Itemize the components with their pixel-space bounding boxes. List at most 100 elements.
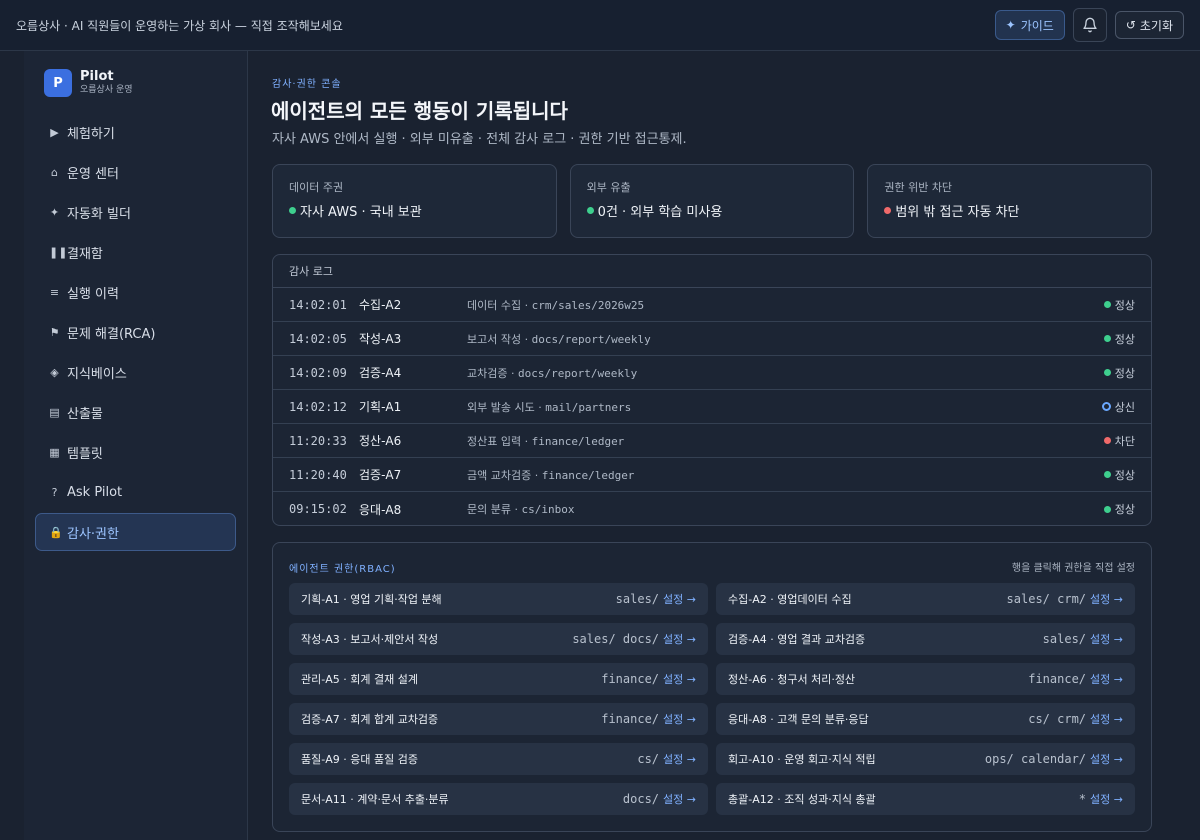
configure-link[interactable]: 설정 → xyxy=(663,671,696,687)
status-badge: 정상 xyxy=(1103,467,1135,483)
configure-link[interactable]: 설정 → xyxy=(663,751,696,767)
pending-ring-icon xyxy=(1101,402,1111,411)
rbac-title: 에이전트 권한(RBAC) xyxy=(289,564,396,575)
sidebar-nav: ▶ 체험하기 ⌂ 운영 센터 ✦ 자동화 빌더 ❚❚ 결재함 ≡ 실행 이력 ⚑ 문제 해결… xyxy=(35,113,236,553)
rbac-row[interactable]: 검증-A4 · 영업 결과 교차검증 sales/설정 → xyxy=(716,623,1135,655)
agent-role: 검증-A7 · 회계 합계 교차검증 xyxy=(301,713,439,726)
configure-link[interactable]: 설정 → xyxy=(663,631,696,647)
agent-role: 총괄-A12 · 조직 성과·지식 총괄 xyxy=(728,793,876,806)
log-path: crm/sales/2026w25 xyxy=(531,298,645,312)
sparkle-icon: ✦ xyxy=(1005,18,1016,32)
configure-link[interactable]: 설정 → xyxy=(1090,591,1123,607)
sidebar-item-outputs[interactable]: ▤ 산출물 xyxy=(35,393,236,431)
log-path: docs/report/weekly xyxy=(531,332,651,346)
rbac-row[interactable]: 관리-A5 · 회계 결재 설계 finance/설정 → xyxy=(289,663,708,695)
sidebar-item-label: 템플릿 xyxy=(67,446,103,462)
notifications-button[interactable] xyxy=(1072,8,1107,42)
refresh-icon: ↺ xyxy=(1125,18,1136,32)
rbac-grid: 기획-A1 · 영업 기획·작업 분해 sales/설정 → 수집-A2 · 영업데… xyxy=(289,583,1135,815)
status-dot-icon xyxy=(1103,437,1111,444)
table-row[interactable]: 14:02:01 수집-A2 데이터 수집 · crm/sales/2026w25 정… xyxy=(273,288,1151,322)
sidebar-item-ask-pilot[interactable]: ? Ask Pilot xyxy=(35,473,236,511)
rbac-row[interactable]: 총괄-A12 · 조직 성과·지식 총괄 * 설정 → xyxy=(716,783,1135,815)
table-row[interactable]: 14:02:12 기획-A1 외부 발송 시도 · mail/partners 상신 xyxy=(273,390,1151,424)
sidebar-item-ops-center[interactable]: ⌂ 운영 센터 xyxy=(35,153,236,191)
rbac-row[interactable]: 정산-A6 · 청구서 처리·정산 finance/설정 → xyxy=(716,663,1135,695)
log-agent: 기획-A1 xyxy=(359,400,402,414)
permission-scope: sales/ xyxy=(1042,632,1087,646)
lock-icon: 🔒 xyxy=(49,525,63,539)
log-agent: 정산-A6 xyxy=(359,434,402,448)
configure-link[interactable]: 설정 → xyxy=(663,591,696,607)
log-time: 14:02:05 xyxy=(289,331,347,346)
configure-link[interactable]: 설정 → xyxy=(1090,631,1123,647)
permission-scope: finance/ xyxy=(1028,672,1087,686)
sidebar-item-label: 실행 이력 xyxy=(67,286,119,302)
log-path: mail/partners xyxy=(545,400,632,414)
sidebar-item-audit-permissions[interactable]: 🔒 감사·권한 xyxy=(35,513,236,551)
home-icon: ⌂ xyxy=(51,165,58,179)
sidebar-item-run-history[interactable]: ≡ 실행 이력 xyxy=(35,273,236,311)
sidebar-item-label: 감사·권한 xyxy=(67,526,119,542)
configure-link[interactable]: 설정 → xyxy=(1090,751,1123,767)
status-label: 차단 xyxy=(1114,434,1135,448)
demo-banner: 오름상사 · AI 직원들이 운영하는 가상 회사 — 직접 조작해보세요 xyxy=(16,18,343,33)
sidebar-item-label: 결재함 xyxy=(67,246,103,262)
log-path: finance/ledger xyxy=(541,468,635,482)
reset-button[interactable]: ↺ 초기화 xyxy=(1114,11,1184,39)
log-path: cs/inbox xyxy=(521,503,575,516)
configure-link[interactable]: 설정 → xyxy=(663,791,696,807)
status-dot-icon xyxy=(1103,369,1111,376)
rbac-row[interactable]: 수집-A2 · 영업데이터 수집 sales/ crm/설정 → xyxy=(716,583,1135,615)
status-label: 정상 xyxy=(1114,298,1135,312)
table-row[interactable]: 14:02:09 검증-A4 교차검증 · docs/report/weekly 정상 xyxy=(273,356,1151,390)
configure-link[interactable]: 설정 → xyxy=(663,711,696,727)
agent-role: 기획-A1 · 영업 기획·작업 분해 xyxy=(301,593,442,606)
status-badge: 정상 xyxy=(1103,297,1135,313)
rbac-row[interactable]: 기획-A1 · 영업 기획·작업 분해 sales/설정 → xyxy=(289,583,708,615)
brand: P Pilot 오름상사 운영 xyxy=(44,69,133,97)
rbac-row[interactable]: 문서-A11 · 계약·문서 추출·분류 docs/설정 → xyxy=(289,783,708,815)
sidebar-item-try[interactable]: ▶ 체험하기 xyxy=(35,113,236,151)
log-action-text: 외부 발송 시도 · xyxy=(467,400,546,414)
main-content: 감사·권한 콘솔 에이전트의 모든 행동이 기록됩니다 자사 AWS 안에서 실… xyxy=(248,51,1200,840)
agent-role: 수집-A2 · 영업데이터 수집 xyxy=(728,593,852,606)
status-badge: 차단 xyxy=(1103,433,1135,449)
log-agent: 응대-A8 xyxy=(359,502,402,517)
topbar-actions: ✦ 가이드 ↺ 초기화 xyxy=(994,8,1184,42)
sidebar-item-approvals[interactable]: ❚❚ 결재함 xyxy=(35,233,236,271)
table-row[interactable]: 09:15:02 응대-A8 문의 분류 · cs/inbox 정상 xyxy=(273,492,1151,525)
sidebar-item-automation-builder[interactable]: ✦ 자동화 빌더 xyxy=(35,193,236,231)
rbac-row[interactable]: 작성-A3 · 보고서·제안서 작성 sales/ docs/설정 → xyxy=(289,623,708,655)
rbac-row[interactable]: 검증-A7 · 회계 합계 교차검증 finance/설정 → xyxy=(289,703,708,735)
guide-button[interactable]: ✦ 가이드 xyxy=(994,10,1065,40)
log-action-text: 정산표 입력 · xyxy=(467,434,532,448)
table-row[interactable]: 11:20:40 검증-A7 금액 교차검증 · finance/ledger 정상 xyxy=(273,458,1151,492)
sidebar: P Pilot 오름상사 운영 ▶ 체험하기 ⌂ 운영 센터 ✦ 자동화 빌더 ❚❚ 결… xyxy=(24,51,248,840)
log-agent: 검증-A7 xyxy=(359,468,402,482)
sidebar-item-label: 운영 센터 xyxy=(67,166,119,182)
rbac-row[interactable]: 응대-A8 · 고객 문의 분류·응답 cs/ crm/설정 → xyxy=(716,703,1135,735)
brand-logo: P xyxy=(44,69,72,97)
table-row[interactable]: 14:02:05 작성-A3 보고서 작성 · docs/report/weekly… xyxy=(273,322,1151,356)
configure-link[interactable]: 설정 → xyxy=(1090,711,1123,727)
rbac-row[interactable]: 품질-A9 · 응대 품질 검증 cs/설정 → xyxy=(289,743,708,775)
sidebar-item-knowledge-base[interactable]: ◈ 지식베이스 xyxy=(35,353,236,391)
agent-role: 검증-A4 · 영업 결과 교차검증 xyxy=(728,633,866,646)
sidebar-item-rca[interactable]: ⚑ 문제 해결(RCA) xyxy=(35,313,236,351)
question-icon: ? xyxy=(51,485,58,499)
table-row[interactable]: 11:20:33 정산-A6 정산표 입력 · finance/ledger 차단 xyxy=(273,424,1151,458)
audit-log-rows: 14:02:01 수집-A2 데이터 수집 · crm/sales/2026w25 정… xyxy=(273,288,1151,525)
document-icon: ▤ xyxy=(49,405,60,419)
section-eyebrow: 감사·권한 콘솔 xyxy=(272,79,342,90)
rbac-row[interactable]: 회고-A10 · 운영 회고·지식 적립 ops/ calendar/설정 → xyxy=(716,743,1135,775)
permission-scope: finance/ xyxy=(601,712,660,726)
log-time: 14:02:09 xyxy=(289,365,347,380)
permission-scope: finance/ xyxy=(601,672,660,686)
permission-scope: sales/ docs/ xyxy=(572,632,660,646)
log-action-text: 문의 분류 · xyxy=(467,503,522,516)
guide-button-label: 가이드 xyxy=(1020,18,1054,33)
configure-link[interactable]: 설정 → xyxy=(1090,671,1123,687)
configure-link[interactable]: 설정 → xyxy=(1090,791,1123,807)
sidebar-item-templates[interactable]: ▦ 템플릿 xyxy=(35,433,236,471)
